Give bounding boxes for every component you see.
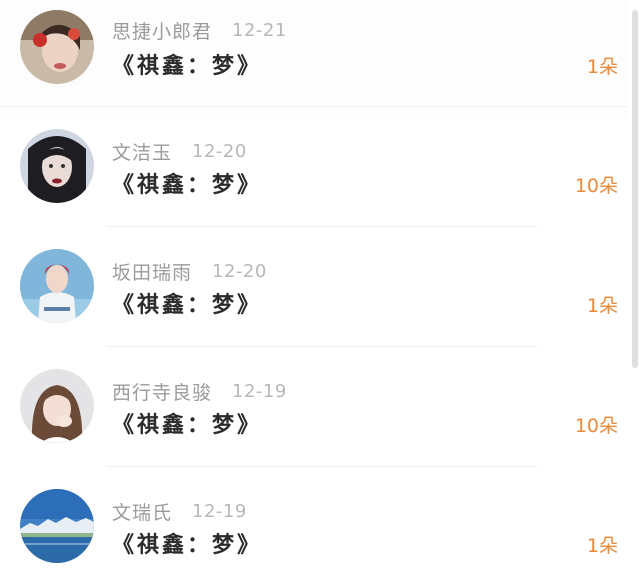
- gift-amount: 10朵: [574, 175, 618, 197]
- gift-title: 《祺鑫：梦》: [112, 293, 263, 318]
- gift-date: 12-20: [192, 140, 247, 162]
- gift-date: 12-21: [232, 19, 287, 41]
- gift-date: 12-19: [232, 380, 287, 402]
- avatar[interactable]: [20, 10, 94, 84]
- gift-amount: 1朵: [586, 56, 618, 78]
- gift-amount: 1朵: [586, 295, 618, 317]
- avatar[interactable]: [20, 129, 94, 203]
- list-item[interactable]: 文洁玉 12-20 《祺鑫：梦》 10朵: [0, 107, 628, 227]
- user-name[interactable]: 文洁玉: [112, 138, 172, 165]
- gift-date: 12-20: [212, 260, 267, 282]
- list-item[interactable]: 西行寺良骏 12-19 《祺鑫：梦》 10朵: [0, 347, 628, 467]
- user-name[interactable]: 坂田瑞雨: [112, 258, 192, 285]
- avatar[interactable]: [20, 369, 94, 443]
- gift-amount: 1朵: [586, 535, 618, 557]
- list-item[interactable]: 坂田瑞雨 12-20 《祺鑫：梦》 1朵: [0, 227, 628, 347]
- gift-title: 《祺鑫：梦》: [112, 173, 263, 198]
- list-item[interactable]: 文瑞氏 12-19 《祺鑫：梦》 1朵: [0, 467, 628, 587]
- gift-record-list: 思捷小郎君 12-21 《祺鑫：梦》 1朵 文洁玉 12-20 《祺鑫：梦》 1…: [0, 0, 628, 580]
- user-name[interactable]: 思捷小郎君: [112, 17, 212, 44]
- avatar[interactable]: [20, 489, 94, 563]
- list-item[interactable]: 思捷小郎君 12-21 《祺鑫：梦》 1朵: [0, 0, 628, 120]
- user-name[interactable]: 西行寺良骏: [112, 378, 212, 405]
- gift-title: 《祺鑫：梦》: [112, 413, 263, 438]
- gift-amount: 10朵: [574, 415, 618, 437]
- avatar[interactable]: [20, 249, 94, 323]
- gift-title: 《祺鑫：梦》: [112, 533, 263, 558]
- gift-date: 12-19: [192, 500, 247, 522]
- user-name[interactable]: 文瑞氏: [112, 498, 172, 525]
- gift-title: 《祺鑫：梦》: [112, 54, 263, 79]
- scrollbar[interactable]: [632, 10, 638, 368]
